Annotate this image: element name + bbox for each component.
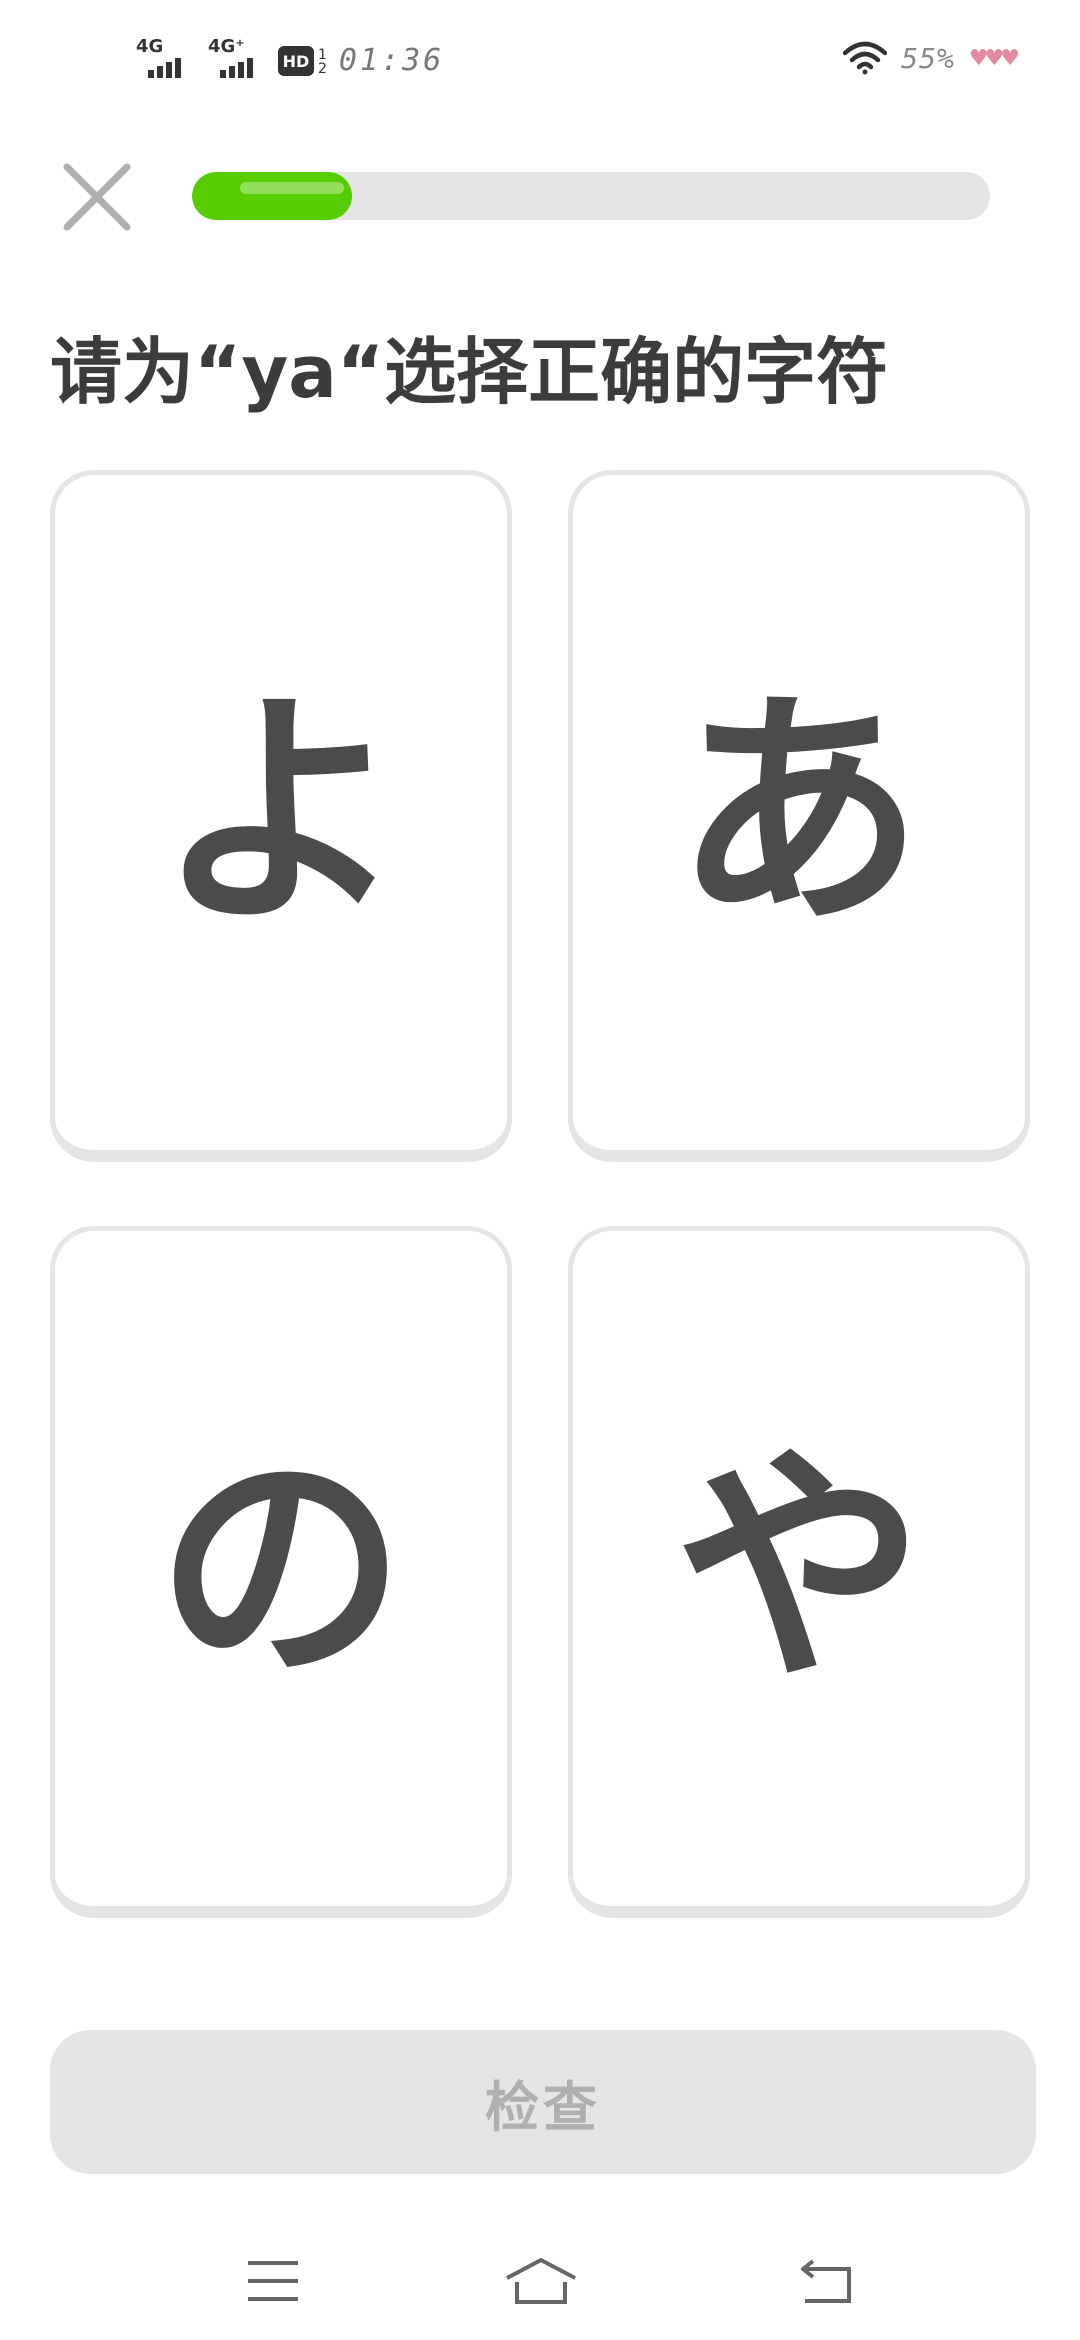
battery-level: 55% xyxy=(901,41,955,75)
menu-icon xyxy=(248,2261,298,2301)
back-icon xyxy=(801,2259,851,2303)
question-prompt: 请为“ya“选择正确的字符 xyxy=(50,330,889,414)
choice-card-1[interactable]: よ xyxy=(50,470,512,1162)
check-button[interactable]: 检查 xyxy=(50,2030,1036,2174)
choice-card-3[interactable]: の xyxy=(50,1226,512,1918)
hd-voice-badge: HD xyxy=(278,46,314,76)
wifi-icon xyxy=(843,41,888,75)
network-type-1: 4G xyxy=(136,36,164,57)
nav-menu-button[interactable] xyxy=(228,2246,318,2316)
status-bar: 4G 4G⁺ HD 1 2 01:36 55% ♥♥♥ xyxy=(0,0,1080,120)
choice-character: の xyxy=(156,1422,406,1714)
choice-character: よ xyxy=(156,666,406,958)
battery-hearts-icon: ♥♥♥ xyxy=(968,45,1020,71)
sim-indicator: 1 2 xyxy=(318,47,327,77)
signal-icon-sim2: 4G⁺ xyxy=(206,36,266,80)
lesson-screen: 4G 4G⁺ HD 1 2 01:36 55% ♥♥♥ 请为“ya“选择正确的字… xyxy=(0,0,1080,2340)
status-bar-right: 55% ♥♥♥ xyxy=(843,38,1020,78)
choice-card-2[interactable]: あ xyxy=(568,470,1030,1162)
system-nav-bar xyxy=(0,2210,1080,2340)
choice-card-4[interactable]: や xyxy=(568,1226,1030,1918)
choice-character: や xyxy=(674,1422,924,1714)
progress-highlight xyxy=(240,182,344,194)
close-icon xyxy=(63,163,131,231)
lesson-progress-fill xyxy=(192,172,352,220)
lesson-progress-bar xyxy=(192,172,990,220)
nav-back-button[interactable] xyxy=(782,2246,872,2316)
close-button[interactable] xyxy=(52,152,142,242)
nav-home-button[interactable] xyxy=(496,2246,586,2316)
signal-icon-sim1: 4G xyxy=(134,36,194,80)
network-type-2: 4G⁺ xyxy=(208,36,245,57)
status-bar-left: 4G 4G⁺ HD 1 2 01:36 xyxy=(134,36,444,80)
clock: 01:36 xyxy=(338,43,445,78)
home-icon xyxy=(506,2258,576,2304)
choice-character: あ xyxy=(674,666,924,958)
